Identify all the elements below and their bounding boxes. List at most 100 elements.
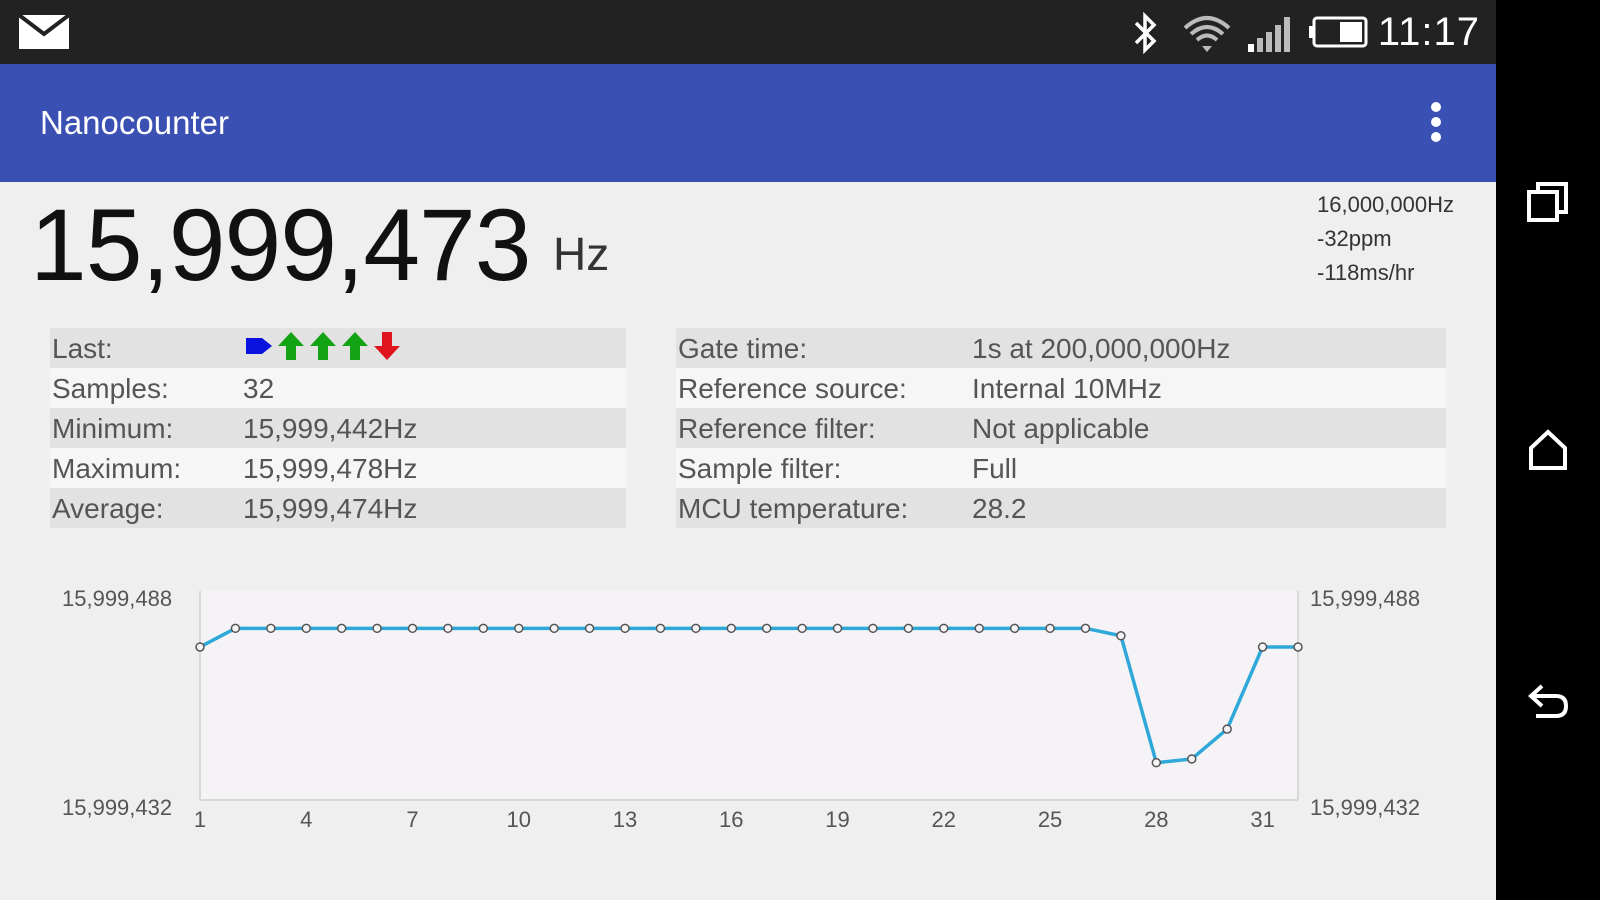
app-bar: Nanocounter [0,64,1496,182]
reference-drift: -118ms/hr [1317,260,1415,285]
stats-value: 32 [243,373,275,404]
x-tick-label: 28 [1144,807,1169,832]
stats-row: Maximum: 15,999,478Hz [50,448,626,488]
navigation-bar [1496,0,1600,900]
data-point [584,623,595,634]
data-point [443,623,453,634]
settings-row: Sample filter: Full [676,448,1446,488]
main-content: 15,999,473 Hz 16,000,000Hz -32ppm -118ms… [0,182,1496,900]
data-point [691,623,701,634]
data-point [336,623,347,634]
data-point [195,642,205,652]
settings-value: Internal 10MHz [972,373,1162,404]
recent-apps-icon[interactable] [1526,180,1570,224]
stats-row: Average: 15,999,474Hz [50,488,626,528]
stats-label: Maximum: [52,453,182,484]
stats-row-last: Last: [50,328,626,368]
settings-label: Sample filter: [678,453,842,484]
x-tick-label: 19 [825,807,850,832]
data-point [1186,754,1197,764]
data-point [1293,642,1303,652]
data-point [1257,642,1268,652]
data-point [620,623,630,634]
settings-value: Not applicable [972,413,1150,444]
mail-icon [17,13,71,55]
x-tick-label: 4 [300,807,313,832]
data-point [301,623,312,634]
stats-label: Minimum: [52,413,174,444]
data-point [266,623,276,634]
overflow-menu-icon[interactable] [1426,102,1446,148]
settings-value: 1s at 200,000,000Hz [972,333,1231,364]
stats-label: Last: [52,333,113,364]
android-screen: 11:17 Nanocounter 15,999,473 Hz 16,000,0… [0,0,1600,900]
data-point [549,623,559,634]
data-point [726,623,737,634]
status-bar: 11:17 [0,0,1496,64]
arrow-up-icon [278,332,304,360]
stats-row: Minimum: 15,999,442Hz [50,408,626,448]
data-point [903,623,914,634]
data-point [407,623,418,634]
data-point [230,623,241,634]
x-tick-label: 22 [931,807,957,832]
settings-row: Gate time: 1s at 200,000,000Hz [676,328,1446,368]
data-point [1045,623,1055,634]
stats-row: Samples: 32 [50,368,626,408]
app-title: Nanocounter [40,104,229,141]
arrow-up-icon [342,332,368,360]
x-tick-label: 10 [506,807,532,832]
x-tick-label: 25 [1037,807,1063,832]
data-point [761,623,772,634]
stats-table: Last: Samples: 32 Minimum: 15,999,442Hz … [50,328,626,528]
settings-row: MCU temperature: 28.2 [676,488,1446,528]
settings-label: MCU temperature: [678,493,909,524]
bluetooth-icon [1130,11,1160,59]
data-point [832,623,843,634]
frequency-reading: 15,999,473 [30,188,531,302]
arrow-right-icon [246,338,272,354]
settings-row: Reference filter: Not applicable [676,408,1446,448]
x-tick-label: 1 [193,807,207,832]
data-point [868,623,878,634]
last-indicators [243,330,403,369]
frequency-unit: Hz [553,228,610,280]
stats-value: 15,999,478Hz [243,453,418,484]
settings-label: Reference filter: [678,413,876,444]
data-point [1151,757,1162,768]
settings-value: Full [972,453,1018,484]
settings-value: 28.2 [972,493,1027,524]
data-point [974,623,984,634]
settings-row: Reference source: Internal 10MHz [676,368,1446,408]
frequency-chart: 15,999,488 15,999,432 15,999,488 15,999,… [0,577,1496,877]
settings-table: Gate time: 1s at 200,000,000Hz Reference… [676,328,1446,528]
data-point [1116,631,1126,641]
data-point [372,623,382,634]
signal-icon [1246,12,1294,59]
reference-nominal: 16,000,000Hz [1317,192,1454,217]
arrow-up-icon [310,332,336,360]
reference-ppm: -32ppm [1317,226,1392,251]
stats-label: Average: [52,493,164,524]
plot-background [200,591,1298,800]
back-icon[interactable] [1526,678,1570,722]
data-point [514,623,524,634]
x-tick-label: 16 [719,807,744,832]
stats-value: 15,999,474Hz [243,493,418,524]
data-point [939,623,949,634]
settings-label: Gate time: [678,333,808,364]
arrow-down-icon [374,332,400,360]
battery-icon [1308,12,1370,57]
data-point [1222,724,1232,734]
data-point [655,623,666,634]
reference-info: 16,000,000Hz -32ppm -118ms/hr [1317,188,1454,290]
x-tick-label: 31 [1250,807,1275,832]
data-point [1009,623,1020,634]
status-clock: 11:17 [1377,10,1480,54]
home-icon[interactable] [1526,428,1570,472]
settings-label: Reference source: [678,373,907,404]
stats-value: 15,999,442Hz [243,413,418,444]
data-point [478,623,489,634]
wifi-icon [1182,12,1232,61]
stats-label: Samples: [52,373,169,404]
